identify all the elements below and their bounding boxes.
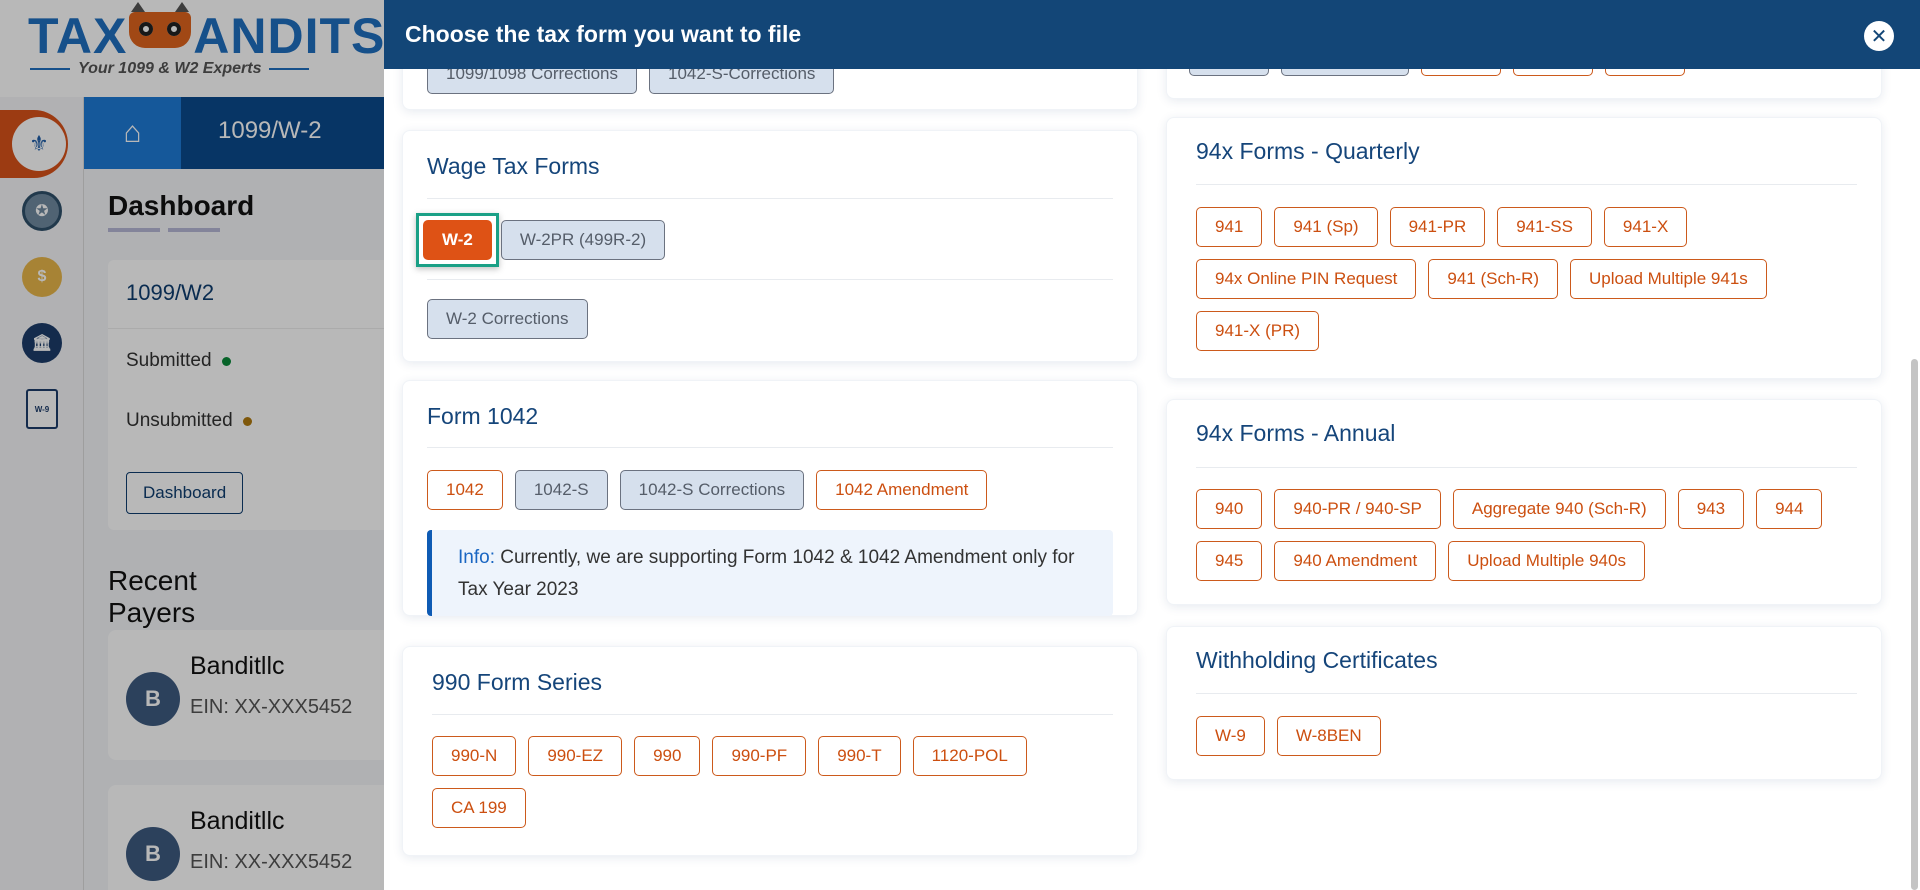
choose-tax-form-modal: Choose the tax form you want to file ✕ 1… <box>384 0 1920 890</box>
info-label: Info: <box>458 547 495 568</box>
form-button-990-n[interactable]: 990-N <box>432 736 517 776</box>
form-button-1042-amendment[interactable]: 1042 Amendment <box>816 470 988 510</box>
form-button-941-sch-r[interactable]: 941 (Sch-R) <box>1428 259 1559 299</box>
modal-header: Choose the tax form you want to file ✕ <box>384 0 1920 69</box>
section-94x-quarterly: 94x Forms - Quarterly 941 941 (Sp) 941-PR 9… <box>1166 117 1882 379</box>
form-button-upload-multiple-941s[interactable]: Upload Multiple 941s <box>1570 259 1767 299</box>
form-button-990-ez[interactable]: 990-EZ <box>528 736 623 776</box>
form-button-945[interactable]: 945 <box>1196 541 1263 581</box>
form-button-1042[interactable]: 1042 <box>427 470 503 510</box>
close-icon[interactable]: ✕ <box>1864 21 1894 51</box>
form-button-941-x[interactable]: 941-X <box>1603 207 1688 247</box>
form-button-990-t[interactable]: 990-T <box>818 736 901 776</box>
form-button-w-9[interactable]: W-9 <box>1196 716 1265 756</box>
form-button-w2[interactable]: W-2 <box>423 220 492 260</box>
section-form-1042: Form 1042 1042 1042-S 1042-S Corrections… <box>402 380 1138 616</box>
form-button-944[interactable]: 944 <box>1756 489 1823 529</box>
modal-title: Choose the tax form you want to file <box>405 21 802 47</box>
section-title: 990 Form Series <box>432 669 603 695</box>
form-button-943[interactable]: 943 <box>1677 489 1745 529</box>
form-button-990-pf[interactable]: 990-PF <box>712 736 807 776</box>
form-button-941-x-pr[interactable]: 941-X (PR) <box>1196 311 1320 351</box>
form-button-w2pr[interactable]: W-2PR (499R-2) <box>500 220 666 260</box>
focus-highlight: W-2 <box>416 213 499 267</box>
form-button-ca-199[interactable]: CA 199 <box>432 788 526 828</box>
form-button-w-8ben[interactable]: W-8BEN <box>1276 716 1381 756</box>
section-title: Form 1042 <box>427 403 539 429</box>
info-box: Info: Currently, we are supporting Form … <box>427 530 1113 616</box>
form-button-941-sp[interactable]: 941 (Sp) <box>1274 207 1378 247</box>
section-990-form-series: 990 Form Series 990-N 990-EZ 990 990-PF 990-… <box>402 646 1138 856</box>
section-title: Wage Tax Forms <box>427 153 600 179</box>
info-text: Currently, we are supporting Form 1042 &… <box>458 547 1075 600</box>
section-title: Withholding Certificates <box>1196 647 1438 673</box>
section-title: 94x Forms - Quarterly <box>1196 138 1420 164</box>
form-button-w2-corrections[interactable]: W-2 Corrections <box>427 299 588 339</box>
form-button-990[interactable]: 990 <box>634 736 701 776</box>
form-button-1120-pol[interactable]: 1120-POL <box>912 736 1027 776</box>
modal-scrollbar[interactable] <box>1908 69 1920 890</box>
form-button-940-amendment[interactable]: 940 Amendment <box>1274 541 1437 581</box>
form-button-1042-s[interactable]: 1042-S <box>514 470 608 510</box>
scrollbar-thumb[interactable] <box>1911 359 1918 890</box>
form-button-1042-s-corrections[interactable]: 1042-S Corrections <box>619 470 805 510</box>
form-button-94x-online-pin-request[interactable]: 94x Online PIN Request <box>1196 259 1417 299</box>
section-wage-tax-forms: Wage Tax Forms W-2 W-2PR (499R-2) W-2 Co… <box>402 130 1138 362</box>
form-button-941-pr[interactable]: 941-PR <box>1389 207 1486 247</box>
form-button-940[interactable]: 940 <box>1196 489 1263 529</box>
form-button-941-ss[interactable]: 941-SS <box>1497 207 1592 247</box>
form-button-941[interactable]: 941 <box>1196 207 1263 247</box>
form-button-upload-multiple-940s[interactable]: Upload Multiple 940s <box>1448 541 1645 581</box>
section-94x-annual: 94x Forms - Annual 940 940-PR / 940-SP Agg… <box>1166 399 1882 605</box>
form-button-940-pr-940-sp[interactable]: 940-PR / 940-SP <box>1274 489 1441 529</box>
section-title: 94x Forms - Annual <box>1196 420 1396 446</box>
form-button-aggregate-940-sch-r[interactable]: Aggregate 940 (Sch-R) <box>1452 489 1666 529</box>
section-withholding-certificates: Withholding Certificates W-9 W-8BEN <box>1166 626 1882 780</box>
